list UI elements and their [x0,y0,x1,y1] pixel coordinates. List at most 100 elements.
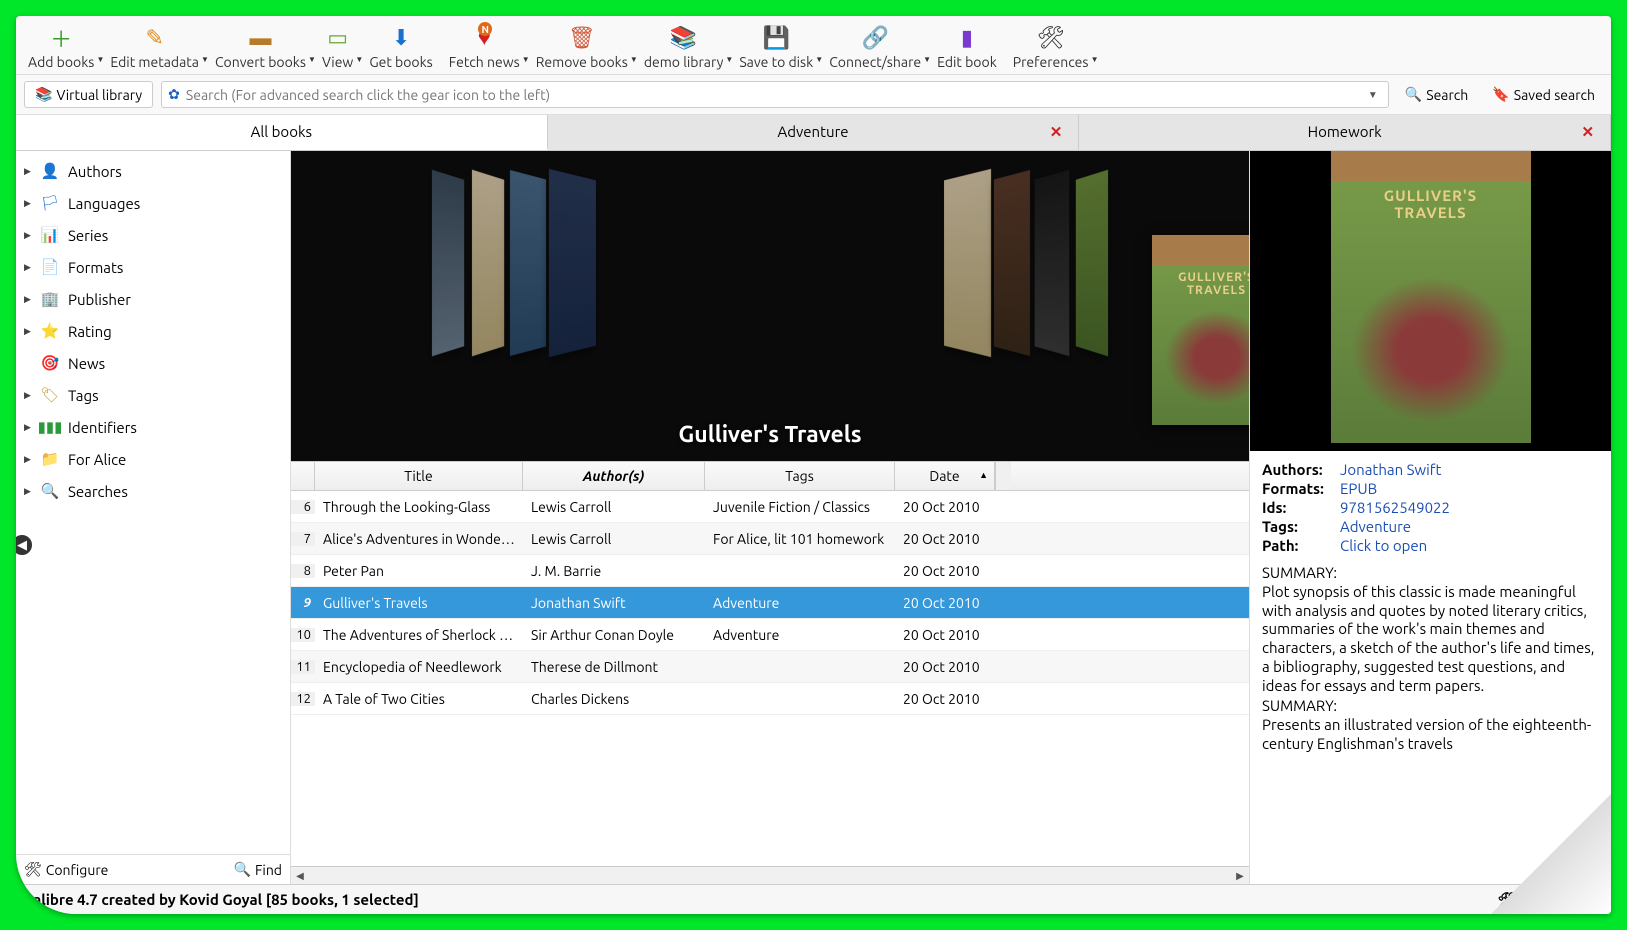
detail-value[interactable]: Adventure [1340,518,1411,535]
column-header-rownum[interactable] [291,462,315,490]
virtual-library-button[interactable]: 📚 Virtual library [24,81,153,108]
edit-metadata-button[interactable]: ✎Edit metadata▼ [102,20,207,74]
cell-tags: For Alice, lit 101 homework [705,531,895,547]
sidebar-item-languages[interactable]: ▶🏳Languages [16,187,290,219]
sidebar-item-searches[interactable]: ▶🔍Searches [16,475,290,507]
table-row[interactable]: 8Peter PanJ. M. Barrie20 Oct 2010 [291,555,1249,587]
save-to-disk-button[interactable]: 💾Save to disk▼ [731,20,821,74]
add-books-button[interactable]: ＋Add books▼ [20,20,102,74]
status-text: calibre 4.7 created by Kovid Goyal [85 b… [26,891,419,908]
table-row[interactable]: 10The Adventures of Sherlock H…Sir Arthu… [291,619,1249,651]
expand-icon[interactable]: ▶ [24,486,32,497]
sidebar-item-rating[interactable]: ▶⭐Rating [16,315,290,347]
coverflow-item[interactable] [510,170,546,356]
coverflow-item[interactable] [1035,170,1070,356]
tab-all-books[interactable]: All books [16,115,548,150]
vertical-scrollbar[interactable] [995,462,1011,490]
search-icon: 🔍 [40,481,60,501]
scroll-right-button[interactable]: ▶ [1231,870,1249,882]
preferences-button[interactable]: 🛠Preferences▼ [1005,20,1097,74]
building-icon: 🏢 [40,289,60,309]
detail-value[interactable]: EPUB [1340,480,1377,497]
coverflow-item[interactable] [549,169,596,357]
sidebar-item-news[interactable]: 🎯News [16,347,290,379]
expand-icon[interactable]: ▶ [24,166,32,177]
library-icon: 📚 [35,86,52,103]
tab-label: Adventure [777,123,848,140]
view-button[interactable]: ▭View▼ [314,20,361,74]
tag-icon: 🏷 [40,385,60,405]
get-books-button[interactable]: ⬇Get books [361,20,440,74]
gear-icon[interactable]: ✿ [168,86,180,103]
coverflow[interactable]: GULLIVER'STRAVELS Gulliver's Travels [291,151,1249,461]
close-icon[interactable]: ✕ [1050,123,1063,141]
expand-icon[interactable]: ▶ [24,422,32,433]
toolbar-label: Fetch news [449,54,520,70]
expand-icon[interactable]: ▶ [24,198,32,209]
convert-books-button[interactable]: ▬Convert books▼ [207,20,314,74]
expand-icon[interactable]: ▶ [24,454,32,465]
sidebar-item-authors[interactable]: ▶👤Authors [16,155,290,187]
cell-author: Sir Arthur Conan Doyle [523,627,705,643]
jobs-spinner-icon[interactable]: ◯ [1581,889,1601,910]
bookmark-icon: 🔖 [1492,86,1509,103]
horizontal-scrollbar[interactable]: ◀ ▶ [291,866,1249,884]
expand-icon[interactable]: ▶ [24,230,32,241]
detail-value[interactable]: Click to open [1340,537,1427,554]
detail-field: Authors:Jonathan Swift [1262,461,1599,478]
coverflow-item[interactable] [472,170,504,357]
expand-icon[interactable]: ▶ [24,326,32,337]
row-number: 8 [291,564,315,578]
summary-text: Plot synopsis of this classic is made me… [1262,583,1599,696]
coverflow-item[interactable] [994,170,1030,356]
coverflow-item[interactable] [432,170,464,357]
sidebar-item-tags[interactable]: ▶🏷Tags [16,379,290,411]
table-row[interactable]: 11Encyclopedia of NeedleworkTherese de D… [291,651,1249,683]
saved-search-button[interactable]: 🔖 Saved search [1484,82,1603,107]
search-field-wrap[interactable]: ✿ ▼ [161,81,1389,108]
find-label: Find [255,862,282,878]
table-row[interactable]: 6Through the Looking-GlassLewis CarrollJ… [291,491,1249,523]
coverflow-center-item[interactable]: GULLIVER'STRAVELS [1152,235,1250,425]
fetch-news-button[interactable]: ♥NFetch news▼ [441,20,528,74]
expand-icon[interactable]: ▶ [24,294,32,305]
search-input[interactable] [186,87,1364,103]
scroll-left-button[interactable]: ◀ [291,870,309,882]
chevron-down-icon[interactable]: ▼ [1091,55,1099,64]
close-icon[interactable]: ✕ [1581,123,1594,141]
column-header-title[interactable]: Title [315,462,523,490]
table-row[interactable]: 7Alice's Adventures in Wonderl…Lewis Car… [291,523,1249,555]
sidebar-item-publisher[interactable]: ▶🏢Publisher [16,283,290,315]
tab-adventure[interactable]: Adventure ✕ [548,115,1080,150]
column-header-tags[interactable]: Tags [705,462,895,490]
demo-library-button[interactable]: 📚demo library▼ [636,20,732,74]
cell-title: Encyclopedia of Needlework [315,659,523,675]
tab-homework[interactable]: Homework✕ [1079,115,1611,150]
sidebar-item-for-alice[interactable]: ▶📁For Alice [16,443,290,475]
sidebar-item-series[interactable]: ▶📊Series [16,219,290,251]
chevron-down-icon[interactable]: ▼ [1364,89,1382,101]
expand-icon[interactable]: ▶ [24,390,32,401]
search-button[interactable]: 🔍 Search [1397,82,1477,107]
find-button[interactable]: 🔍 Find [234,861,282,878]
remove-books-button[interactable]: 🗑Remove books▼ [528,20,636,74]
detail-value[interactable]: Jonathan Swift [1340,461,1441,478]
table-row[interactable]: 9Gulliver's TravelsJonathan SwiftAdventu… [291,587,1249,619]
coverflow-item[interactable] [944,169,991,357]
cell-author: J. M. Barrie [523,563,705,579]
expand-icon[interactable]: ▶ [24,262,32,273]
cell-author: Therese de Dillmont [523,659,705,675]
column-header-author[interactable]: Author(s) [523,462,705,490]
configure-button[interactable]: 🛠 Configure [24,861,108,878]
detail-value[interactable]: 9781562549022 [1340,499,1450,516]
sidebar-item-identifiers[interactable]: ▶▮▮▮Identifiers [16,411,290,443]
sidebar-item-formats[interactable]: ▶📄Formats [16,251,290,283]
coverflow-item[interactable] [1076,170,1108,357]
edit-book-button[interactable]: ▮Edit book [929,20,1005,74]
detail-cover[interactable]: GULLIVER'STRAVELS [1250,151,1611,451]
table-row[interactable]: 12A Tale of Two CitiesCharles Dickens20 … [291,683,1249,715]
column-header-date[interactable]: Date▲ [895,462,995,490]
connect-share-button[interactable]: 🔗Connect/share▼ [821,20,929,74]
virtual-library-label: Virtual library [56,87,142,103]
layout-button[interactable]: 🛠 Layout [1497,891,1569,909]
